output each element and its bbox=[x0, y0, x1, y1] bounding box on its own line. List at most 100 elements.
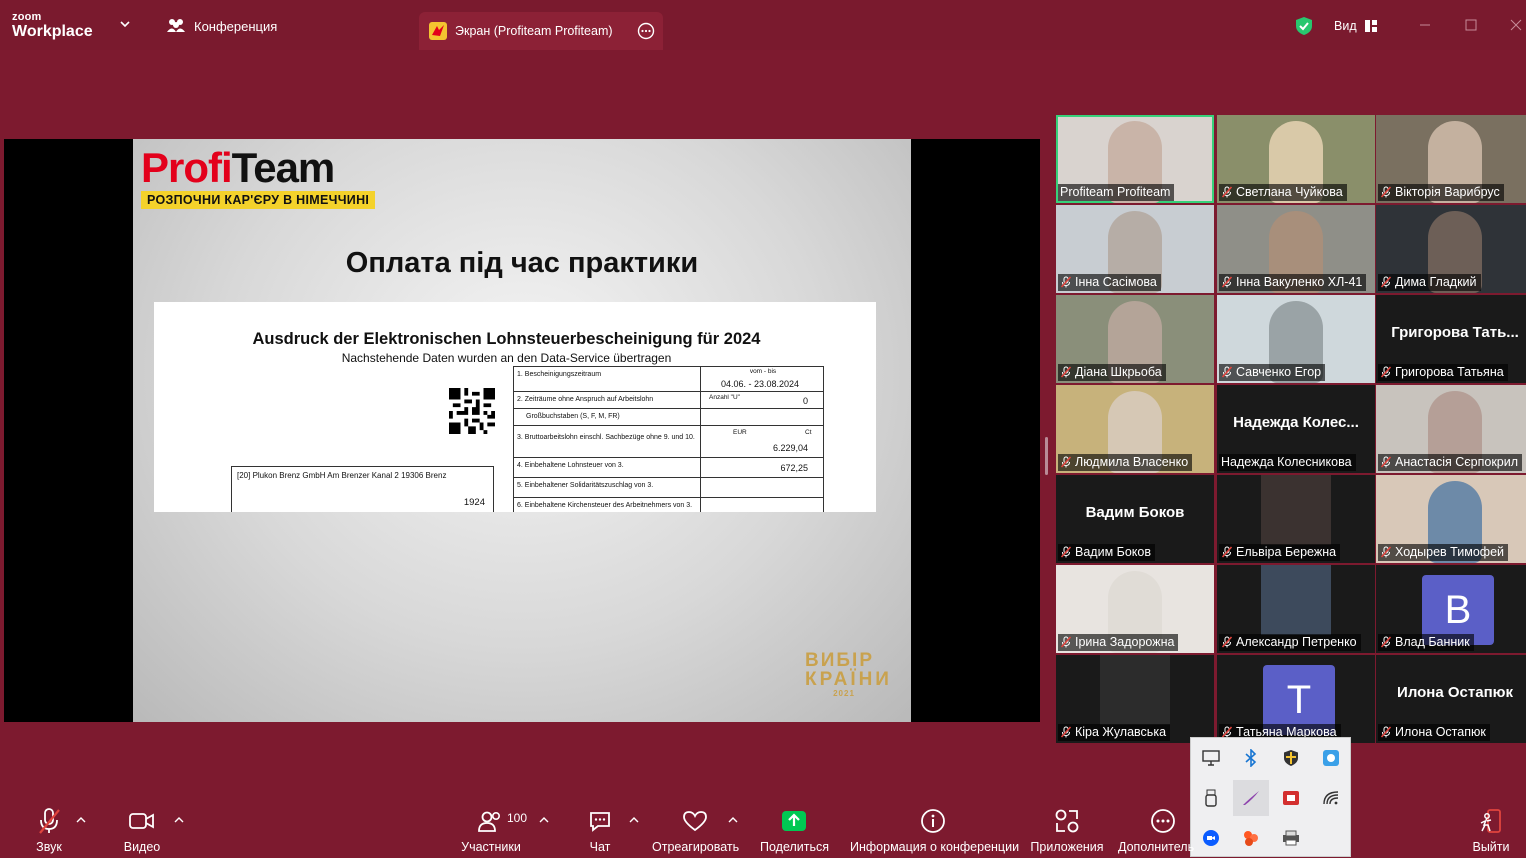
participant-name: Людмила Власенко bbox=[1075, 455, 1189, 469]
react-button[interactable]: Отреагировать bbox=[652, 806, 740, 854]
tab-conference-label: Конференция bbox=[194, 18, 278, 34]
view-button[interactable]: Вид bbox=[1334, 19, 1377, 33]
table-row: 2. Zeiträume ohne Anspruch auf Arbeitslo… bbox=[513, 392, 824, 409]
muted-mic-icon bbox=[1380, 276, 1392, 288]
participant-tile[interactable]: Анастасія Сєрпокрил bbox=[1376, 385, 1526, 473]
printer-icon[interactable] bbox=[1273, 820, 1309, 856]
participant-tile[interactable]: Ірина Задорожна bbox=[1056, 565, 1214, 653]
presentation-slide: ProfiTeam РОЗПОЧНИ КАР'ЄРУ В НІМЕЧЧИНІ О… bbox=[133, 139, 911, 722]
red-app-icon[interactable] bbox=[1273, 780, 1309, 816]
display-icon[interactable] bbox=[1193, 740, 1229, 776]
participants-options-caret-icon[interactable] bbox=[539, 815, 549, 825]
usb-drive-icon[interactable] bbox=[1193, 780, 1229, 816]
participant-name-tag: Кіра Жулавська bbox=[1058, 724, 1171, 741]
apps-label: Приложения bbox=[1030, 840, 1104, 854]
participant-name-tag: Ходырев Тимофей bbox=[1378, 544, 1509, 561]
participant-name: Вікторія Варибрус bbox=[1395, 185, 1500, 199]
security-shield-icon[interactable] bbox=[1273, 740, 1309, 776]
tab-screen-label: Экран (Profiteam Profiteam) bbox=[455, 24, 613, 38]
participant-tile[interactable]: Profiteam Profiteam bbox=[1056, 115, 1214, 203]
participant-tile[interactable]: Людмила Власенко bbox=[1056, 385, 1214, 473]
more-button[interactable]: Дополнитель bbox=[1118, 806, 1194, 854]
wifi-icon[interactable] bbox=[1313, 780, 1349, 816]
logo-small-text: zoom bbox=[12, 11, 42, 23]
participant-tile[interactable]: Діана Шкрьоба bbox=[1056, 295, 1214, 383]
muted-mic-icon bbox=[1221, 276, 1233, 288]
participant-name: Александр Петренко bbox=[1236, 635, 1357, 649]
maximize-icon[interactable] bbox=[1464, 18, 1478, 32]
participant-tile[interactable]: Вадим Боков Вадим Боков bbox=[1056, 475, 1214, 563]
muted-mic-icon bbox=[1060, 636, 1072, 648]
table-row: Großbuchstaben (S, F, M, FR) bbox=[513, 409, 824, 426]
react-options-caret-icon[interactable] bbox=[728, 815, 738, 825]
participant-tile[interactable]: Дима Гладкий bbox=[1376, 205, 1526, 293]
chevron-down-icon[interactable] bbox=[118, 17, 132, 31]
audio-button[interactable]: Звук bbox=[28, 806, 70, 854]
video-label: Видео bbox=[123, 840, 161, 854]
participant-tile[interactable]: Светлана Чуйкова bbox=[1217, 115, 1375, 203]
doc-subtitle: Nachstehende Daten wurden an den Data-Se… bbox=[341, 351, 672, 365]
share-button[interactable]: Поделиться bbox=[760, 806, 829, 854]
apps-button[interactable]: Приложения bbox=[1029, 806, 1105, 854]
info-icon bbox=[921, 809, 945, 833]
participant-tile[interactable]: Ельвіра Бережна bbox=[1217, 475, 1375, 563]
participant-tile[interactable]: Кіра Жулавська bbox=[1056, 655, 1214, 743]
participant-name-tag: Інна Вакуленко ХЛ-41 bbox=[1219, 274, 1367, 291]
tab-screen-share[interactable]: Экран (Profiteam Profiteam) bbox=[419, 12, 663, 50]
participant-tile[interactable]: B Влад Банник bbox=[1376, 565, 1526, 653]
participant-tile[interactable]: Вікторія Варибрус bbox=[1376, 115, 1526, 203]
muted-mic-icon bbox=[1221, 186, 1233, 198]
participant-tile[interactable]: Илона Остапюк Илона Остапюк bbox=[1376, 655, 1526, 743]
muted-mic-icon bbox=[1380, 636, 1392, 648]
participant-display-name: Вадим Боков bbox=[1085, 504, 1185, 521]
participant-video bbox=[1100, 655, 1170, 725]
meeting-info-button[interactable]: Информация о конференции bbox=[850, 806, 1019, 854]
encryption-shield-icon[interactable] bbox=[1295, 16, 1313, 36]
shared-screen[interactable]: ProfiTeam РОЗПОЧНИ КАР'ЄРУ В НІМЕЧЧИНІ О… bbox=[4, 139, 1040, 722]
participant-name: Інна Сасімова bbox=[1075, 275, 1157, 289]
resize-handle[interactable] bbox=[1045, 437, 1048, 475]
network-app-icon[interactable] bbox=[1313, 740, 1349, 776]
react-label: Отреагировать bbox=[652, 840, 740, 854]
employer-number: 1924 bbox=[463, 497, 485, 508]
chat-button[interactable]: Чат bbox=[582, 806, 618, 854]
participant-name-tag: Дима Гладкий bbox=[1378, 274, 1481, 291]
employer-address: [20] Plukon Brenz GmbH Am Brenzer Kanal … bbox=[237, 471, 447, 480]
bluetooth-icon[interactable] bbox=[1233, 740, 1269, 776]
title-bar: zoom Workplace Конференция Экран (Profit… bbox=[0, 0, 1526, 50]
participant-tile[interactable]: Григорова Тать... Григорова Татьяна bbox=[1376, 295, 1526, 383]
participant-tile[interactable]: Інна Сасімова bbox=[1056, 205, 1214, 293]
tab-conference[interactable]: Конференция bbox=[166, 18, 277, 34]
participant-name: Інна Вакуленко ХЛ-41 bbox=[1236, 275, 1363, 289]
minimize-icon[interactable] bbox=[1418, 18, 1432, 32]
participant-tile[interactable]: Інна Вакуленко ХЛ-41 bbox=[1217, 205, 1375, 293]
chat-options-caret-icon[interactable] bbox=[629, 815, 639, 825]
participant-name: Светлана Чуйкова bbox=[1236, 185, 1343, 199]
colorful-app-icon[interactable] bbox=[1233, 820, 1269, 856]
participant-tile[interactable]: Савченко Егор bbox=[1217, 295, 1375, 383]
close-icon[interactable] bbox=[1509, 18, 1523, 32]
participant-name-tag: Людмила Власенко bbox=[1058, 454, 1193, 471]
participant-name: Влад Банник bbox=[1395, 635, 1470, 649]
participant-tile[interactable]: T Татьяна Маркова bbox=[1217, 655, 1375, 743]
video-button[interactable]: Видео bbox=[118, 806, 166, 854]
participant-name: Анастасія Сєрпокрил bbox=[1395, 455, 1519, 469]
more-options-icon[interactable] bbox=[637, 22, 655, 40]
table-row: 3. Bruttoarbeitslohn einschl. Sachbezüge… bbox=[513, 426, 824, 458]
participant-display-name: Григорова Тать... bbox=[1391, 324, 1519, 341]
leave-button[interactable]: Выйти bbox=[1470, 806, 1512, 854]
participant-tile[interactable]: Александр Петренко bbox=[1217, 565, 1375, 653]
audio-options-caret-icon[interactable] bbox=[76, 815, 86, 825]
zoom-tray-icon[interactable] bbox=[1193, 820, 1229, 856]
video-options-caret-icon[interactable] bbox=[174, 815, 184, 825]
muted-mic-icon bbox=[39, 808, 60, 834]
participant-name-tag: Діана Шкрьоба bbox=[1058, 364, 1166, 381]
pen-tool-icon[interactable] bbox=[1233, 780, 1269, 816]
participant-name: Ірина Задорожна bbox=[1075, 635, 1175, 649]
participant-tile[interactable]: Ходырев Тимофей bbox=[1376, 475, 1526, 563]
people-icon bbox=[167, 19, 185, 32]
participant-tile[interactable]: Надежда Колес... Надежда Колесникова bbox=[1217, 385, 1375, 473]
system-tray-popup bbox=[1190, 737, 1351, 857]
participant-name-tag: Влад Банник bbox=[1378, 634, 1474, 651]
slide-title: Оплата під час практики bbox=[345, 247, 699, 279]
